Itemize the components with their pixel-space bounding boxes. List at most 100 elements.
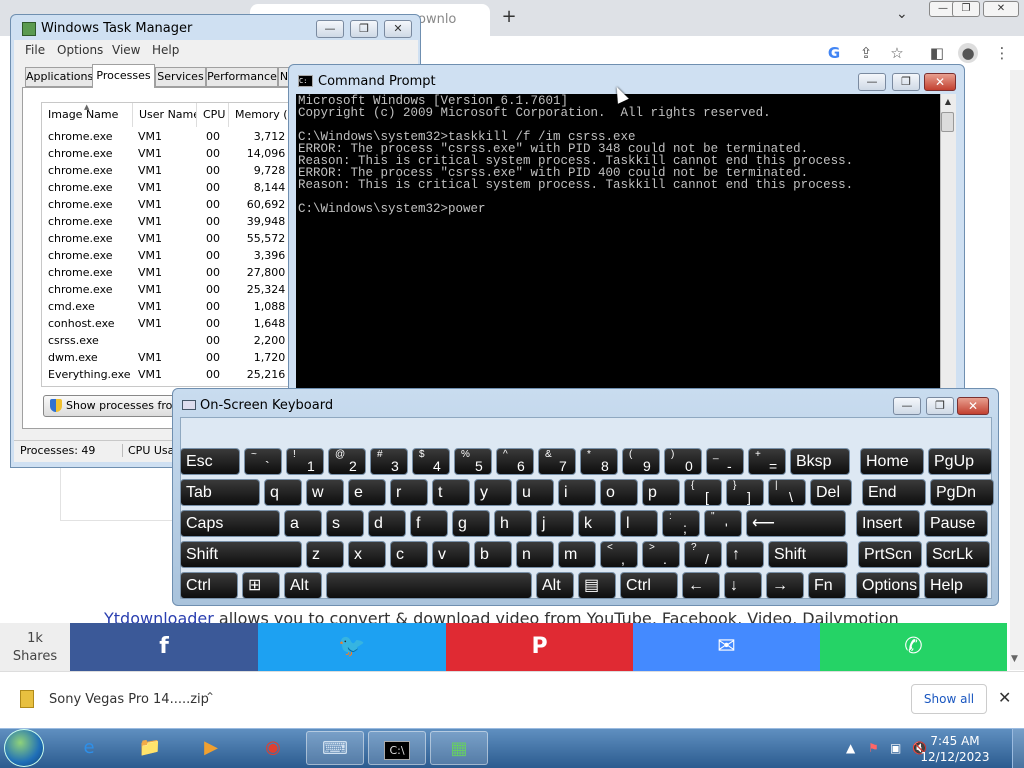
key-j[interactable]: j xyxy=(536,510,574,537)
key-menu[interactable]: ▤ xyxy=(578,572,616,599)
table-row[interactable]: chrome.exe VM1 00 9,728 K xyxy=(42,162,298,179)
key-pause[interactable]: Pause xyxy=(924,510,988,537)
show-hidden-icons[interactable]: ▲ xyxy=(846,741,855,755)
key-h[interactable]: h xyxy=(494,510,532,537)
key-y[interactable]: y xyxy=(474,479,512,506)
key-caps[interactable]: Caps xyxy=(180,510,280,537)
key-equals[interactable]: + = xyxy=(748,448,786,475)
facebook-share-button[interactable]: f xyxy=(70,623,258,671)
key-l[interactable]: l xyxy=(620,510,658,537)
key-v[interactable]: v xyxy=(432,541,470,568)
table-row[interactable]: chrome.exe VM1 00 25,324 K xyxy=(42,281,298,298)
key-u[interactable]: u xyxy=(516,479,554,506)
taskbar-file-explorer-button[interactable]: 📁 xyxy=(121,731,179,765)
cmd-maximize-button[interactable]: ❐ xyxy=(892,73,920,91)
new-tab-button[interactable]: + xyxy=(498,6,520,28)
key-b[interactable]: b xyxy=(474,541,512,568)
key-w[interactable]: w xyxy=(306,479,344,506)
key-alt[interactable]: Alt xyxy=(284,572,322,599)
key-m[interactable]: m xyxy=(558,541,596,568)
download-item-name[interactable]: Sony Vegas Pro 14.....zip xyxy=(49,692,209,707)
osk-minimize-button[interactable]: — xyxy=(893,397,921,415)
table-row[interactable]: dwm.exe VM1 00 1,720 K xyxy=(42,349,298,366)
taskbar-chrome-button[interactable]: ◉ xyxy=(244,731,302,765)
network-icon[interactable]: ▣ xyxy=(890,741,901,755)
start-button[interactable] xyxy=(4,729,44,767)
pinterest-share-button[interactable]: P xyxy=(446,623,633,671)
key-rctrl[interactable]: Ctrl xyxy=(620,572,678,599)
key-p[interactable]: p xyxy=(642,479,680,506)
show-all-button[interactable]: Show all xyxy=(911,684,987,714)
key-semicolon[interactable]: :; xyxy=(662,510,700,537)
tm-menu-options[interactable]: Options xyxy=(57,43,103,57)
key-k6[interactable]: ^ 6 xyxy=(496,448,534,475)
chevron-up-icon[interactable]: ⌃ xyxy=(205,690,215,704)
key-tilde[interactable]: ~ ` xyxy=(244,448,282,475)
key-bksp[interactable]: Bksp xyxy=(790,448,850,475)
page-scrollbar[interactable] xyxy=(1010,70,1024,670)
star-icon[interactable]: ☆ xyxy=(887,43,907,63)
action-center-icon[interactable]: ⚑ xyxy=(868,741,879,755)
key-period[interactable]: >. xyxy=(642,541,680,568)
key-scrlk[interactable]: ScrLk xyxy=(926,541,990,568)
table-row[interactable]: csrss.exe 00 2,200 K xyxy=(42,332,298,349)
key-down[interactable]: ↓ xyxy=(724,572,762,599)
tab-performance[interactable]: Performance xyxy=(206,67,278,87)
cmd-scrollbar[interactable] xyxy=(940,94,956,390)
column-cpu[interactable]: CPU xyxy=(197,103,229,127)
key-k7[interactable]: & 7 xyxy=(538,448,576,475)
google-icon[interactable]: G xyxy=(824,43,844,63)
key-win[interactable]: ⊞ xyxy=(242,572,280,599)
key-t[interactable]: t xyxy=(432,479,470,506)
messenger-share-button[interactable]: ✉ xyxy=(633,623,820,671)
key-g[interactable]: g xyxy=(452,510,490,537)
cmd-scroll-thumb[interactable] xyxy=(941,112,954,132)
key-end[interactable]: End xyxy=(862,479,926,506)
key-pgup[interactable]: PgUp xyxy=(928,448,992,475)
cmd-minimize-button[interactable]: — xyxy=(858,73,886,91)
column-user-name[interactable]: User Name xyxy=(133,103,197,127)
key-d[interactable]: d xyxy=(368,510,406,537)
taskbar-task-manager-button[interactable]: ▦ xyxy=(430,731,488,765)
key-comma[interactable]: <, xyxy=(600,541,638,568)
tab-processes[interactable]: Processes xyxy=(92,64,155,88)
key-up[interactable]: ↑ xyxy=(726,541,764,568)
tm-minimize-button[interactable]: — xyxy=(316,20,344,38)
key-k2[interactable]: @2 xyxy=(328,448,366,475)
cmd-close-button[interactable]: ✕ xyxy=(924,73,956,91)
tm-menu-view[interactable]: View xyxy=(112,43,140,57)
key-o[interactable]: o xyxy=(600,479,638,506)
osk-close-button[interactable]: ✕ xyxy=(957,397,989,415)
taskbar-media-player-button[interactable]: ▶ xyxy=(182,731,240,765)
key-k3[interactable]: #3 xyxy=(370,448,408,475)
key-tab[interactable]: Tab xyxy=(180,479,260,506)
table-row[interactable]: Everything.exe VM1 00 25,216 K xyxy=(42,366,298,383)
key-z[interactable]: z xyxy=(306,541,344,568)
key-lctrl[interactable]: Ctrl xyxy=(180,572,238,599)
scroll-down-icon[interactable]: ▼ xyxy=(1011,654,1018,664)
key-s[interactable]: s xyxy=(326,510,364,537)
key-right[interactable]: → xyxy=(766,572,804,599)
key-left[interactable]: ← xyxy=(682,572,720,599)
key-backslash[interactable]: | \ xyxy=(768,479,806,506)
clock[interactable]: 7:45 AM 12/12/2023 xyxy=(920,733,990,765)
table-row[interactable]: chrome.exe VM1 00 8,144 K xyxy=(42,179,298,196)
key-fn[interactable]: Fn xyxy=(808,572,846,599)
tm-close-button[interactable]: ✕ xyxy=(384,20,412,38)
table-row[interactable]: chrome.exe VM1 00 55,572 K xyxy=(42,230,298,247)
share-icon[interactable]: ⇪ xyxy=(856,43,876,63)
taskbar-command-prompt-button[interactable]: C:\ xyxy=(368,731,426,765)
key-slash[interactable]: ? / xyxy=(684,541,722,568)
osk-maximize-button[interactable]: ❐ xyxy=(926,397,954,415)
key-home[interactable]: Home xyxy=(860,448,924,475)
key-k4[interactable]: $4 xyxy=(412,448,450,475)
tab-applications[interactable]: Applications xyxy=(25,67,93,87)
key-quote[interactable]: " ' xyxy=(704,510,742,537)
key-insert[interactable]: Insert xyxy=(856,510,920,537)
table-row[interactable]: chrome.exe VM1 00 60,692 K xyxy=(42,196,298,213)
tm-menu-help[interactable]: Help xyxy=(152,43,179,57)
tab-services[interactable]: Services xyxy=(155,67,206,87)
key-k5[interactable]: % 5 xyxy=(454,448,492,475)
tm-menu-file[interactable]: File xyxy=(25,43,45,57)
key-pgdn[interactable]: PgDn xyxy=(930,479,994,506)
